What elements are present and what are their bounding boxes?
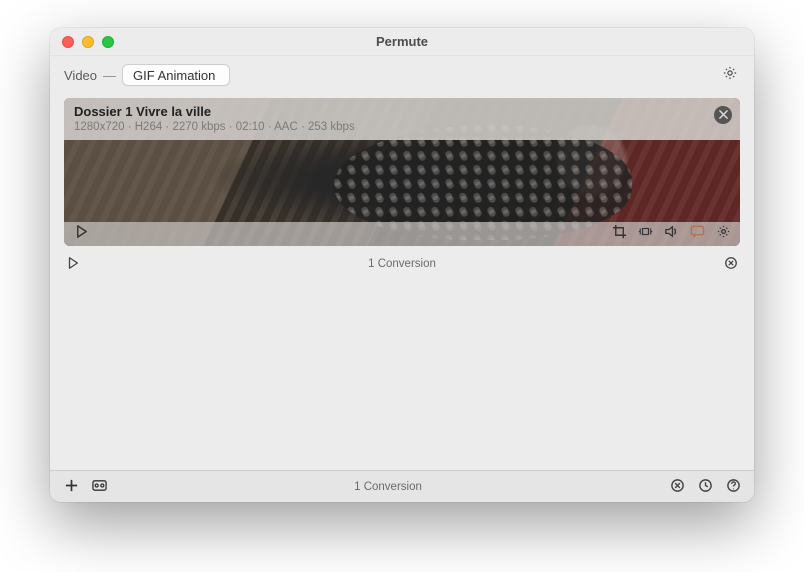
footer: 1 Conversion <box>50 470 754 502</box>
item-meta: 1280x720 · H264 · 2270 kbps · 02:10 · AA… <box>74 121 730 133</box>
remove-item-button[interactable] <box>714 106 732 124</box>
item-info-overlay: Dossier 1 Vivre la ville 1280x720 · H264… <box>64 98 740 140</box>
app-window: Permute Video — GIF Animation Dossier 1 … <box>50 28 754 502</box>
presets-button[interactable] <box>90 478 108 496</box>
subtitles-button[interactable] <box>688 225 706 243</box>
minimize-window-button[interactable] <box>82 36 94 48</box>
speaker-icon <box>664 224 679 244</box>
preview-play-button[interactable] <box>72 225 90 243</box>
conversion-item[interactable]: Dossier 1 Vivre la ville 1280x720 · H264… <box>64 98 740 246</box>
play-icon <box>66 256 80 273</box>
crop-button[interactable] <box>610 225 628 243</box>
item-title: Dossier 1 Vivre la ville <box>74 104 730 119</box>
subtitles-icon <box>690 224 705 244</box>
plus-icon <box>64 478 79 496</box>
item-status-text: 1 Conversion <box>82 258 722 270</box>
gear-icon <box>722 65 738 86</box>
start-conversion-button[interactable] <box>64 255 82 273</box>
close-icon <box>719 106 728 124</box>
item-status-row: 1 Conversion <box>64 250 740 278</box>
presets-icon <box>92 478 107 496</box>
titlebar: Permute <box>50 28 754 56</box>
history-button[interactable] <box>696 478 714 496</box>
toolbar: Video — GIF Animation <box>50 56 754 94</box>
trim-icon <box>638 224 653 244</box>
media-type-label: Video <box>64 68 97 83</box>
crop-icon <box>612 224 627 244</box>
clock-icon <box>698 478 713 496</box>
add-button[interactable] <box>62 478 80 496</box>
window-title: Permute <box>50 34 754 49</box>
empty-area <box>50 278 754 470</box>
help-button[interactable] <box>724 478 742 496</box>
format-dropdown-value: GIF Animation <box>133 68 215 83</box>
close-window-button[interactable] <box>62 36 74 48</box>
zoom-window-button[interactable] <box>102 36 114 48</box>
format-dropdown[interactable]: GIF Animation <box>122 64 230 86</box>
footer-status-text: 1 Conversion <box>118 481 658 493</box>
clear-all-button[interactable] <box>668 478 686 496</box>
item-bottom-toolbar <box>64 222 740 246</box>
trim-button[interactable] <box>636 225 654 243</box>
cancel-icon <box>670 478 685 496</box>
traffic-lights <box>62 36 114 48</box>
content-area: Dossier 1 Vivre la ville 1280x720 · H264… <box>50 94 754 470</box>
play-icon <box>74 224 89 244</box>
cancel-icon <box>724 256 738 273</box>
settings-button[interactable] <box>720 65 740 85</box>
volume-button[interactable] <box>662 225 680 243</box>
gear-icon <box>716 224 731 244</box>
item-settings-button[interactable] <box>714 225 732 243</box>
cancel-item-button[interactable] <box>722 255 740 273</box>
help-icon <box>726 478 741 496</box>
separator-dash: — <box>103 68 116 83</box>
